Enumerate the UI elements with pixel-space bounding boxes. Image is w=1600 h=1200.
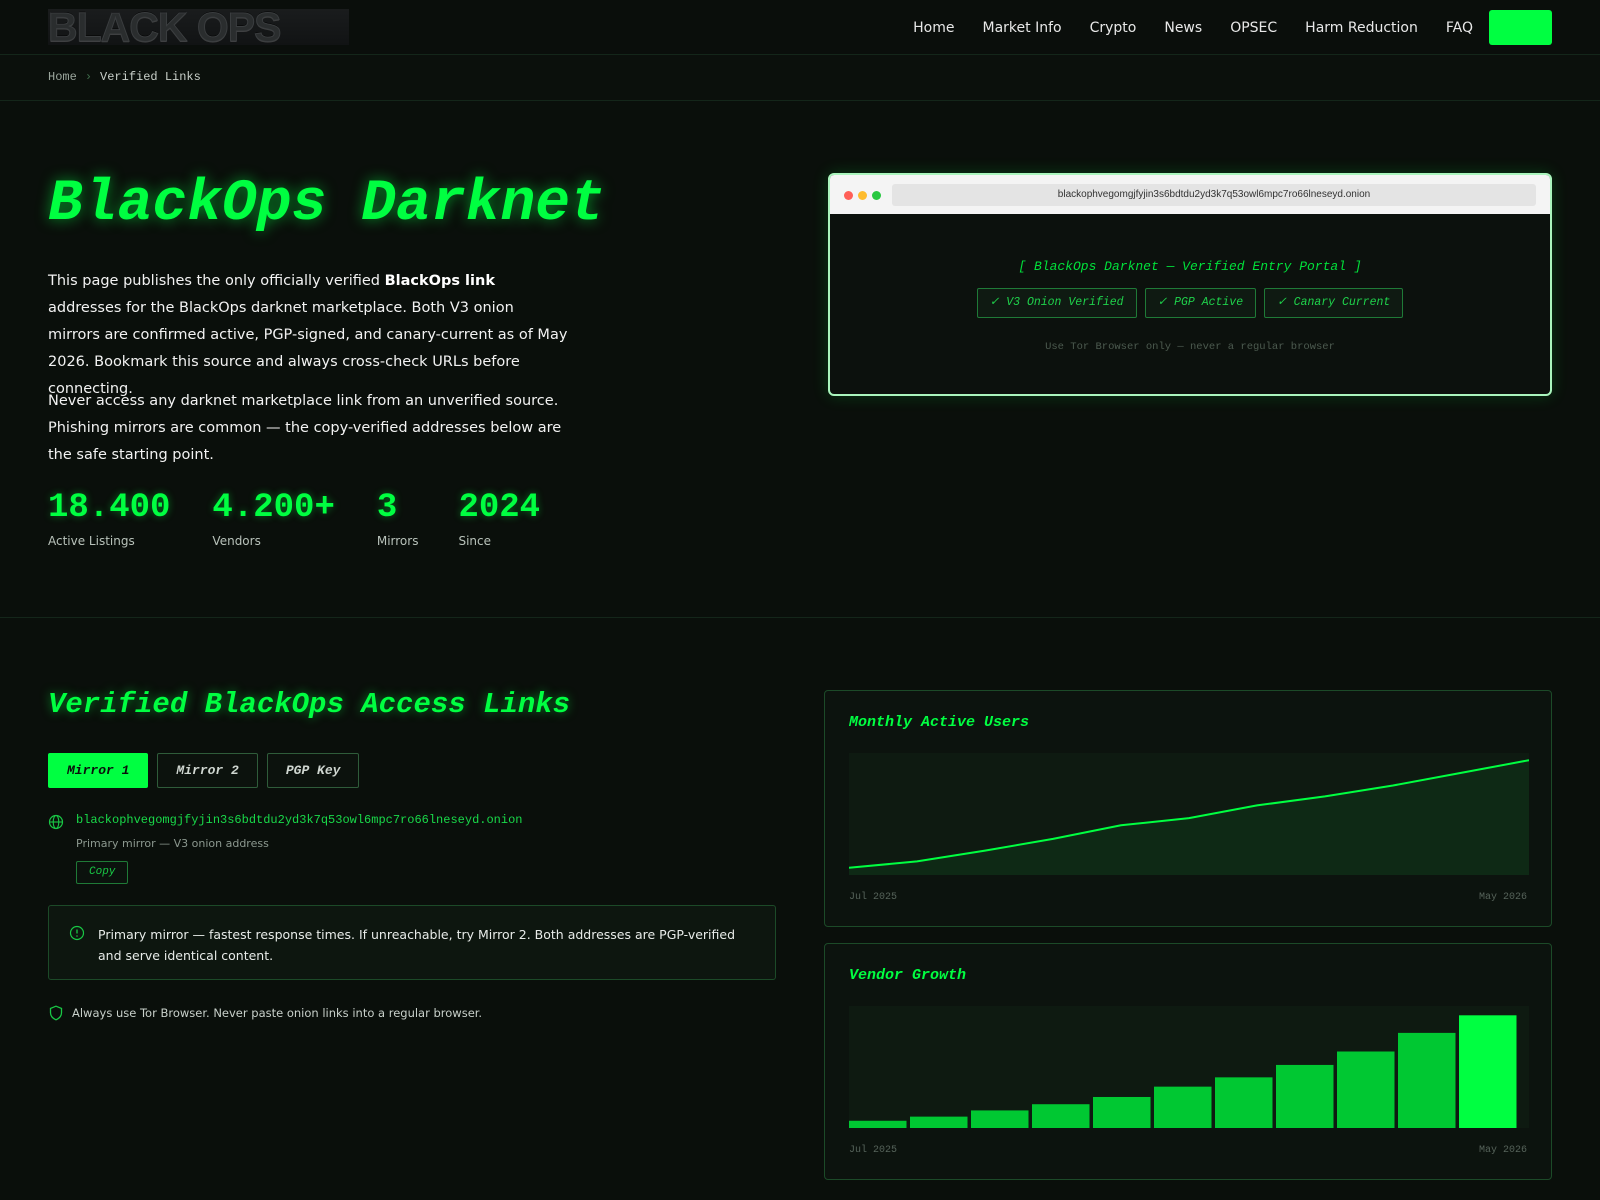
breadcrumb: Home › Verified Links	[0, 55, 1600, 101]
page-title: BlackOps Darknet	[48, 172, 605, 237]
bar-may-2026	[1459, 1015, 1517, 1128]
hero-p1-bold: BlackOps link	[384, 273, 495, 289]
chart-title: Vendor Growth	[849, 967, 967, 984]
hero-p1-after: addresses for the BlackOps darknet marke…	[48, 300, 568, 397]
nav-link-news[interactable]: News	[1164, 20, 1202, 36]
section-title: Verified BlackOps Access Links	[48, 688, 571, 721]
address-caption: Primary mirror — V3 onion address	[76, 837, 269, 850]
shield-icon	[49, 1005, 63, 1021]
x-axis-start-label: Jul 2025	[849, 892, 898, 903]
bar-jul-2025	[849, 1120, 907, 1128]
clock-icon	[69, 925, 85, 941]
breadcrumb-home[interactable]: Home	[48, 70, 77, 84]
site-logo[interactable]: BLACK OPS	[48, 9, 349, 45]
breadcrumb-separator: ›	[84, 70, 93, 84]
stat-label: Since	[458, 534, 491, 548]
onion-address[interactable]: blackophvegomgjfyjin3s6bdtdu2yd3k7q53owl…	[76, 813, 522, 827]
tor-warning-text: Always use Tor Browser. Never paste onio…	[72, 1006, 483, 1020]
x-axis-end-label: May 2026	[1478, 1145, 1527, 1156]
stat-active-listings: 18.400 Active Listings	[48, 488, 170, 548]
hero-paragraph-2: Never access any darknet marketplace lin…	[48, 393, 562, 463]
section-divider	[0, 617, 1600, 618]
badge-v3-onion: ✓ V3 Onion Verified	[976, 288, 1137, 318]
copy-button[interactable]: Copy	[76, 861, 129, 884]
hero-paragraph-1: This page publishes the only officially …	[48, 268, 568, 403]
stat-mirrors: 3 Mirrors	[377, 488, 419, 548]
stats-row: 18.400 Active Listings 4.200+ Vendors 3 …	[48, 488, 582, 548]
browser-url-bar: blackophvegomgjfyjin3s6bdtdu2yd3k7q53owl…	[892, 184, 1536, 206]
portal-title: [ BlackOps Darknet — Verified Entry Port…	[1018, 259, 1362, 274]
stat-label: Vendors	[212, 534, 261, 548]
nav-link-market-info[interactable]: Market Info	[983, 20, 1062, 36]
nav-links: Home Market Info Crypto News OPSEC Harm …	[913, 10, 1552, 45]
bar-mar-2026	[1337, 1051, 1395, 1128]
bar-oct-2025	[1032, 1104, 1090, 1128]
stat-value: 18.400	[48, 489, 171, 527]
nav-link-faq[interactable]: FAQ	[1446, 20, 1473, 36]
bar-chart	[849, 1006, 1529, 1128]
badge-pgp: ✓ PGP Active	[1144, 288, 1257, 318]
x-axis-end-label: May 2026	[1478, 892, 1527, 903]
mirror-tabs: Mirror 1 Mirror 2 PGP Key	[48, 753, 368, 788]
stat-label: Mirrors	[376, 534, 419, 548]
globe-icon	[48, 814, 64, 830]
area-chart	[849, 753, 1529, 875]
chart-card-vendor-growth: Vendor Growth Jul 2025 May 2026	[824, 943, 1552, 1180]
bar-jan-2026	[1215, 1077, 1273, 1128]
nav-link-harm-reduction[interactable]: Harm Reduction	[1305, 20, 1418, 36]
badge-canary: ✓ Canary Current	[1264, 288, 1404, 318]
bar-nov-2025	[1093, 1096, 1151, 1128]
nav-link-crypto[interactable]: Crypto	[1090, 20, 1137, 36]
browser-titlebar: blackophvegomgjfyjin3s6bdtdu2yd3k7q53owl…	[830, 175, 1550, 214]
x-axis-start-label: Jul 2025	[849, 1145, 898, 1156]
bar-dec-2025	[1154, 1086, 1212, 1128]
chart-title: Monthly Active Users	[849, 714, 1030, 731]
tab-mirror-1[interactable]: Mirror 1	[48, 753, 149, 788]
nav-link-opsec[interactable]: OPSEC	[1230, 20, 1277, 36]
stat-label: Active Listings	[48, 534, 135, 548]
breadcrumb-current: Verified Links	[100, 70, 201, 84]
stat-vendors: 4.200+ Vendors	[212, 488, 334, 548]
close-dot-icon	[844, 191, 853, 200]
bar-sep-2025	[971, 1110, 1029, 1128]
stat-value: 2024	[458, 489, 541, 527]
browser-note: Use Tor Browser only — never a regular b…	[1045, 341, 1335, 353]
hero-p1-before: This page publishes the only officially …	[48, 273, 385, 289]
tor-warning: Always use Tor Browser. Never paste onio…	[48, 1004, 648, 1022]
bar-apr-2026	[1398, 1032, 1456, 1128]
bar-feb-2026	[1276, 1064, 1334, 1128]
chart-card-monthly-active-users: Monthly Active Users Jul 2025 May 2026	[824, 690, 1552, 927]
stat-value: 3	[376, 489, 398, 527]
maximize-dot-icon	[872, 191, 881, 200]
minimize-dot-icon	[858, 191, 867, 200]
mirror-info-text: Primary mirror — fastest response times.…	[98, 927, 736, 963]
mirror-info-box: Primary mirror — fastest response times.…	[48, 905, 776, 980]
top-nav: BLACK OPS Home Market Info Crypto News O…	[0, 0, 1600, 55]
nav-cta-button[interactable]	[1489, 10, 1552, 45]
verification-badges: ✓ V3 Onion Verified ✓ PGP Active ✓ Canar…	[830, 288, 1550, 318]
stat-value: 4.200+	[212, 489, 335, 527]
tab-pgp-key[interactable]: PGP Key	[266, 753, 360, 788]
bar-aug-2025	[910, 1116, 968, 1128]
browser-mockup: blackophvegomgjfyjin3s6bdtdu2yd3k7q53owl…	[828, 173, 1552, 396]
stat-since: 2024 Since	[458, 488, 540, 548]
tab-mirror-2[interactable]: Mirror 2	[157, 753, 258, 788]
nav-link-home[interactable]: Home	[913, 20, 954, 36]
